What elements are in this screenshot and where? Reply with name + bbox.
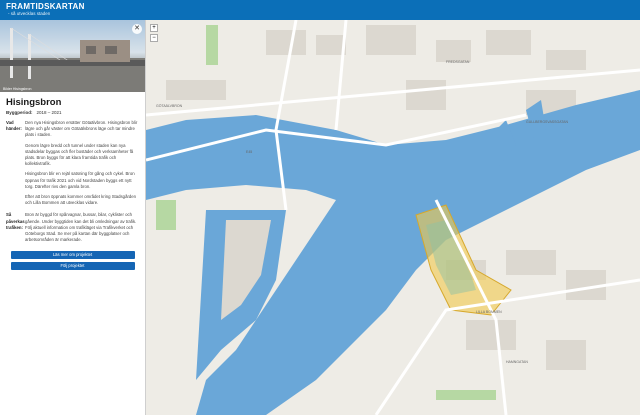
zoom-in-button[interactable]: +	[150, 24, 158, 32]
project-title: Hisingsbron	[6, 97, 62, 108]
what-happens-paragraph: Hisingsbron blir en rejäl satsning för g…	[25, 171, 135, 189]
traffic-label: Så påverkas trafiken:	[6, 212, 25, 230]
what-happens-paragraph: Genom lägre bredd och tunnel under stade…	[25, 142, 134, 167]
top-bar: FRAMTIDSKARTAN - så utvecklas staden	[0, 0, 640, 20]
what-happens-paragraph: Efter att bron öppnats kommer området kr…	[25, 194, 137, 206]
what-happens-paragraph: Den nya Hisingsbron ersätter Götaälvbron…	[25, 120, 138, 138]
street-label: E45	[246, 150, 253, 154]
street-label: LILLA BOMMEN	[476, 310, 502, 314]
street-label: FREDSGATAN	[446, 60, 470, 64]
build-period: Byggperiod: 2018 – 2021	[6, 110, 139, 115]
read-more-button[interactable]: Läs mer om projektet	[10, 251, 135, 260]
street-label: GÖTAÄLVBRON	[156, 104, 183, 108]
project-photo: Bilder Hisingsbron ✕	[0, 20, 145, 92]
follow-project-button[interactable]: Följ projektet	[10, 262, 135, 271]
traffic-text: Bron är byggd för spårvagnar, bussar, bi…	[25, 212, 137, 243]
bridge-illustration	[0, 27, 145, 92]
map[interactable]: + − GÖTAÄLVBRON FREDSGATAN GULLBERGSVASS…	[146, 20, 640, 415]
zoom-out-button[interactable]: −	[150, 34, 158, 42]
what-happens-label: Vad händer:	[6, 120, 22, 132]
photo-caption: Bilder Hisingsbron	[3, 87, 32, 91]
street-label: GULLBERGSVASSGATAN	[526, 120, 569, 124]
brand-title[interactable]: FRAMTIDSKARTAN	[6, 2, 85, 11]
build-period-label: Byggperiod:	[6, 110, 33, 115]
traffic-section: Så påverkas trafiken: Bron är byggd för …	[6, 212, 139, 247]
info-panel: Bilder Hisingsbron ✕ Hisingsbron Byggper…	[0, 20, 146, 415]
what-happens-section: Vad händer: Den nya Hisingsbron ersätter…	[6, 120, 139, 210]
close-icon[interactable]: ✕	[132, 24, 142, 34]
brand-subtitle: - så utvecklas staden	[8, 11, 51, 16]
build-period-value: 2018 – 2021	[36, 110, 62, 115]
map-canvas[interactable]	[146, 20, 640, 415]
what-happens-text: Den nya Hisingsbron ersätter Götaälvbron…	[25, 120, 139, 210]
street-label: HAMNGATAN	[506, 360, 528, 364]
